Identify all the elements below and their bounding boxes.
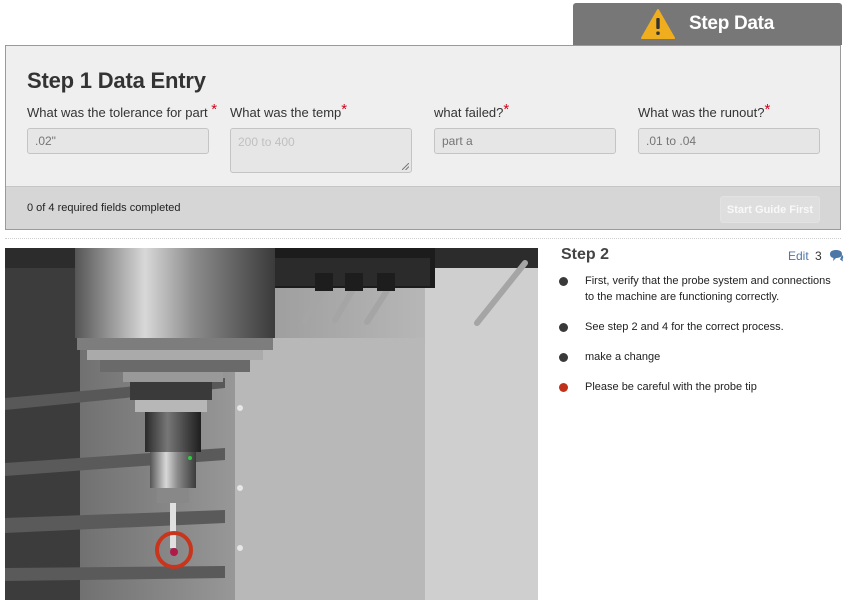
- failed-label: what failed?*: [434, 101, 616, 122]
- bullet-dot-icon: [559, 277, 568, 286]
- cnc-probe-photo: [5, 248, 538, 600]
- temp-field: What was the temp* 200 to 400: [230, 101, 412, 173]
- data-entry-panel: Step 1 Data Entry What was the tolerance…: [5, 45, 841, 230]
- bullet-item: See step 2 and 4 for the correct process…: [559, 319, 839, 335]
- divider: [5, 238, 841, 239]
- bullet-dot-icon: [559, 323, 568, 332]
- panel-footer: 0 of 4 required fields completed Start G…: [6, 186, 840, 229]
- comment-count: 3: [815, 249, 822, 263]
- bullet-item: Please be careful with the probe tip: [559, 379, 839, 395]
- failed-label-text: what failed?: [434, 105, 504, 120]
- tolerance-label: What was the tolerance for part *: [27, 101, 217, 122]
- runout-label-text: What was the runout?: [638, 105, 765, 120]
- required-marker: *: [764, 101, 771, 118]
- warning-icon: [641, 9, 676, 39]
- bullet-item: First, verify that the probe system and …: [559, 273, 839, 305]
- temp-label: What was the temp*: [230, 101, 412, 122]
- step-image[interactable]: [5, 248, 538, 600]
- temp-placeholder: 200 to 400: [238, 135, 295, 149]
- bullet-text: First, verify that the probe system and …: [585, 275, 831, 303]
- required-marker: *: [341, 101, 348, 118]
- bullet-dot-icon: [559, 383, 568, 392]
- bullet-text: Please be careful with the probe tip: [585, 381, 757, 393]
- failed-field: what failed?*: [434, 101, 616, 154]
- temp-label-text: What was the temp: [230, 105, 342, 120]
- bullet-dot-icon: [559, 353, 568, 362]
- tolerance-input[interactable]: [27, 128, 209, 154]
- required-marker: *: [503, 101, 510, 118]
- tolerance-field: What was the tolerance for part *: [27, 101, 217, 154]
- runout-input[interactable]: [638, 128, 820, 154]
- required-marker: *: [211, 101, 218, 118]
- runout-label: What was the runout?*: [638, 101, 820, 122]
- step-data-title: Step Data: [689, 13, 774, 34]
- temp-textarea[interactable]: 200 to 400: [230, 128, 412, 173]
- panel-title: Step 1 Data Entry: [27, 68, 206, 93]
- bullet-text: make a change: [585, 351, 661, 363]
- edit-link[interactable]: Edit: [788, 249, 809, 263]
- comments-icon[interactable]: [829, 249, 844, 262]
- failed-input[interactable]: [434, 128, 616, 154]
- progress-text: 0 of 4 required fields completed: [27, 202, 181, 214]
- start-guide-button[interactable]: Start Guide First: [720, 196, 820, 223]
- step-data-tab[interactable]: Step Data: [573, 3, 842, 45]
- runout-field: What was the runout?*: [638, 101, 820, 154]
- bullet-item: make a change: [559, 349, 839, 365]
- tolerance-label-text: What was the tolerance for part: [27, 105, 208, 120]
- step2-title: Step 2: [561, 246, 610, 263]
- bullet-text: See step 2 and 4 for the correct process…: [585, 321, 784, 333]
- step2-bullet-list: First, verify that the probe system and …: [559, 273, 839, 409]
- resize-grip-icon[interactable]: [402, 163, 409, 170]
